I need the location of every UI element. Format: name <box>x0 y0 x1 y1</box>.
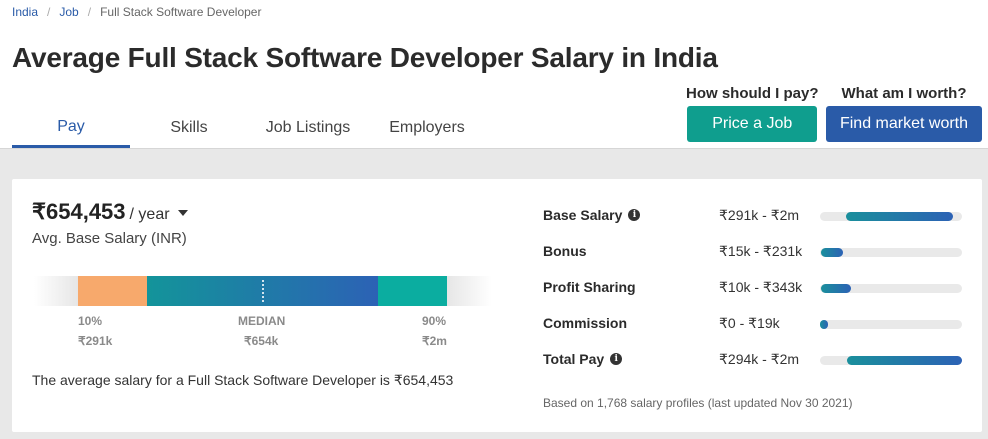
salary-summary: The average salary for a Full Stack Soft… <box>32 372 454 388</box>
tab-bar: Pay Skills Job Listings Employers <box>12 108 486 148</box>
price-a-job-button[interactable]: Price a Job <box>687 106 818 142</box>
breadcrumb-current: Full Stack Software Developer <box>100 5 262 19</box>
tab-job-listings[interactable]: Job Listings <box>248 108 368 148</box>
percentile-90-label: 90% <box>422 314 447 328</box>
salary-card: ₹654,453 / year Avg. Base Salary (INR) 1… <box>12 179 982 432</box>
tab-skills[interactable]: Skills <box>130 108 248 148</box>
breakdown-range: ₹10k - ₹343k <box>719 279 803 295</box>
breakdown-range: ₹0 - ₹19k <box>719 315 780 331</box>
range-fade-left <box>34 276 78 306</box>
median-label: MEDIAN <box>238 314 286 328</box>
tab-employers[interactable]: Employers <box>368 108 486 148</box>
page-title: Average Full Stack Software Developer Sa… <box>12 42 718 73</box>
breakdown-bar <box>821 284 852 293</box>
breakdown-bar <box>846 356 962 365</box>
salary-amount: ₹654,453 <box>32 199 126 224</box>
breakdown-row-base-salary: Base Salary i ₹291k - ₹2m <box>543 207 973 227</box>
percentile-10-value: ₹291k <box>78 334 113 348</box>
salary-subtitle: Avg. Base Salary (INR) <box>32 230 187 247</box>
breakdown-track <box>820 248 962 257</box>
chevron-down-icon[interactable] <box>177 210 188 216</box>
breadcrumb-job-link[interactable]: Job <box>59 5 78 19</box>
breadcrumb-separator: / <box>87 5 92 19</box>
salary-headline: ₹654,453 / year <box>32 199 188 225</box>
market-worth-cta: What am I worth? Find market worth <box>826 84 982 142</box>
price-question: How should I pay? <box>686 85 819 102</box>
breadcrumb: India / Job / Full Stack Software Develo… <box>12 5 261 19</box>
breakdown-bar <box>845 212 954 221</box>
range-segment-high <box>378 276 447 306</box>
median-value: ₹654k <box>244 334 279 348</box>
breakdown-track <box>820 320 962 329</box>
breakdown-track <box>820 212 962 221</box>
breadcrumb-separator: / <box>47 5 51 19</box>
breakdown-label: Total Pay <box>543 351 605 367</box>
worth-question: What am I worth? <box>841 85 967 102</box>
breakdown-label: Base Salary <box>543 207 623 223</box>
breakdown-range: ₹294k - ₹2m <box>719 351 800 367</box>
median-marker <box>262 280 264 302</box>
breakdown-label: Profit Sharing <box>543 279 636 295</box>
range-segment-low <box>78 276 147 306</box>
salary-period: / year <box>129 206 170 223</box>
breakdown-track <box>820 356 962 365</box>
breakdown-range: ₹15k - ₹231k <box>719 243 803 259</box>
breakdown-range: ₹291k - ₹2m <box>719 207 800 223</box>
breakdown-row-total-pay: Total Pay i ₹294k - ₹2m <box>543 351 973 371</box>
salary-range-bar <box>34 276 492 306</box>
find-market-worth-button[interactable]: Find market worth <box>826 106 982 142</box>
info-icon[interactable]: i <box>628 209 641 221</box>
percentile-10-label: 10% <box>78 314 103 328</box>
range-fade-right <box>447 276 492 306</box>
breakdown-footnote: Based on 1,768 salary profiles (last upd… <box>543 396 853 410</box>
info-icon[interactable]: i <box>610 353 623 365</box>
breakdown-bar <box>820 320 828 329</box>
breakdown-label: Bonus <box>543 243 587 259</box>
breakdown-row-profit-sharing: Profit Sharing ₹10k - ₹343k <box>543 279 973 299</box>
breakdown-track <box>820 284 962 293</box>
breakdown-row-bonus: Bonus ₹15k - ₹231k <box>543 243 973 263</box>
breakdown-label: Commission <box>543 315 628 331</box>
breadcrumb-india-link[interactable]: India <box>12 5 38 19</box>
tab-pay[interactable]: Pay <box>12 108 130 148</box>
price-job-cta: How should I pay? Price a Job <box>686 84 819 142</box>
percentile-90-value: ₹2m <box>422 334 447 348</box>
breakdown-bar <box>821 248 843 257</box>
breakdown-row-commission: Commission ₹0 - ₹19k <box>543 315 973 335</box>
